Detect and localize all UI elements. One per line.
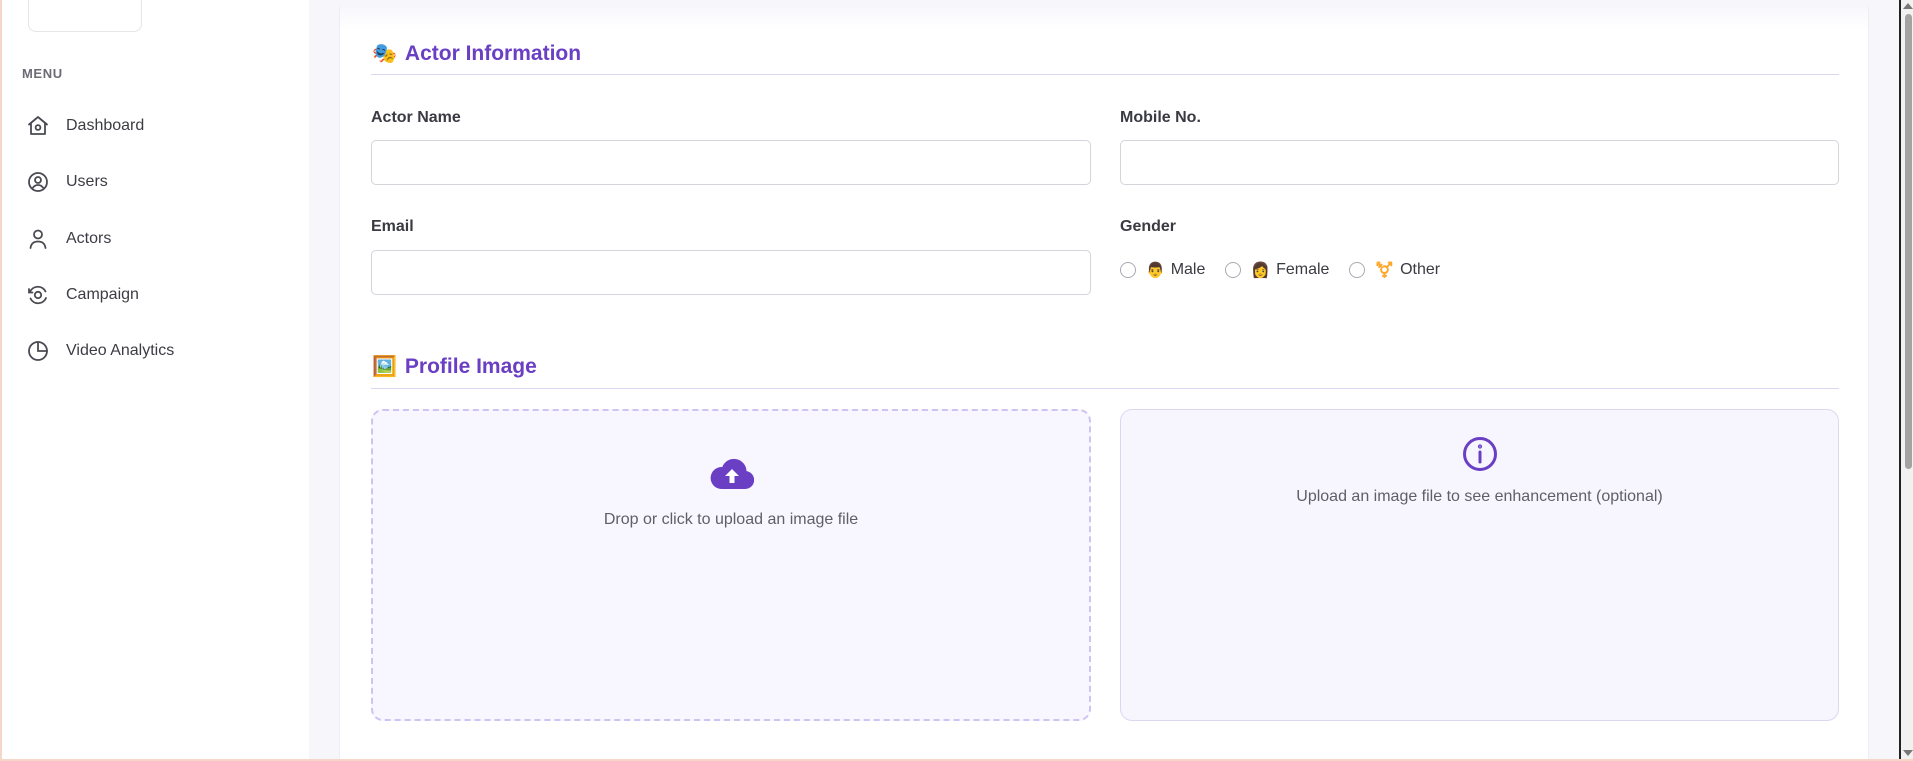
sidebar-item-actors[interactable]: Actors [26,224,111,254]
scroll-up-arrow-icon[interactable] [1903,3,1913,9]
mobile-input[interactable] [1120,140,1839,185]
upload-prompt-text: Drop or click to upload an image file [603,511,859,528]
sidebar-item-label: Users [66,173,108,190]
section-divider [371,74,1839,75]
enhancement-info-text: Upload an image file to see enhancement … [1296,488,1663,505]
sidebar-item-label: Actors [66,230,112,247]
sidebar-item-users[interactable]: Users [26,167,108,197]
gender-option-other[interactable]: ⚧️ Other [1349,261,1440,279]
scroll-down-arrow-icon[interactable] [1903,750,1913,756]
cloud-upload-icon [710,458,754,490]
sidebar-item-video-analytics[interactable]: Video Analytics [26,336,174,366]
section-title-actor-info: 🎭 Actor Information [372,41,581,66]
home-icon [28,116,48,135]
section-title-text: Profile Image [404,354,537,378]
campaign-icon [28,285,47,305]
radio-button[interactable] [1349,262,1366,278]
gender-option-female[interactable]: 👩 Female [1225,261,1329,279]
sidebar: MENU Dashboard Users Actors Campaign Vid… [4,0,309,759]
sidebar-item-label: Campaign [66,286,139,303]
scrollbar-thumb[interactable] [1905,14,1912,469]
radio-button[interactable] [1225,262,1242,278]
sidebar-item-label: Video Analytics [66,342,175,359]
section-divider [371,388,1839,389]
vertical-scrollbar[interactable] [1901,0,1913,759]
section-title-text: Actor Information [404,41,582,65]
person-icon [29,229,47,249]
mobile-label: Mobile No. [1120,109,1201,126]
radio-button[interactable] [1120,262,1136,278]
pie-chart-icon [28,341,48,361]
app-frame: MENU Dashboard Users Actors Campaign Vid… [0,0,1913,761]
gender-label: Gender [1120,218,1177,235]
gender-radio-group: 👨 Male 👩 Female ⚧️ Other [1120,261,1460,279]
actor-form-card: 🎭 Actor Information Actor Name Mobile No… [339,7,1869,759]
image-upload-dropzone[interactable]: Drop or click to upload an image file [371,409,1091,721]
logo-box [28,0,142,32]
woman-icon: 👩 [1251,262,1271,279]
sidebar-item-campaign[interactable]: Campaign [26,280,139,310]
info-icon [1463,437,1497,471]
picture-icon: 🖼️ [372,356,397,378]
gender-option-label: Male [1170,261,1206,278]
sidebar-item-label: Dashboard [66,117,145,134]
user-circle-icon [28,172,48,192]
gender-option-label: Other [1400,261,1441,278]
gender-option-male[interactable]: 👨 Male [1120,261,1205,279]
email-label: Email [371,218,414,235]
section-title-profile-image: 🖼️ Profile Image [372,354,537,379]
transgender-icon: ⚧️ [1375,262,1395,279]
email-input[interactable] [371,250,1091,295]
sidebar-item-dashboard[interactable]: Dashboard [26,111,144,141]
actor-name-input[interactable] [371,140,1091,185]
gender-option-label: Female [1276,261,1330,278]
enhancement-preview-panel: Upload an image file to see enhancement … [1120,409,1839,721]
menu-title: MENU [22,66,63,81]
theater-masks-icon: 🎭 [372,43,397,65]
man-icon: 👨 [1146,262,1165,279]
actor-name-label: Actor Name [371,109,461,126]
